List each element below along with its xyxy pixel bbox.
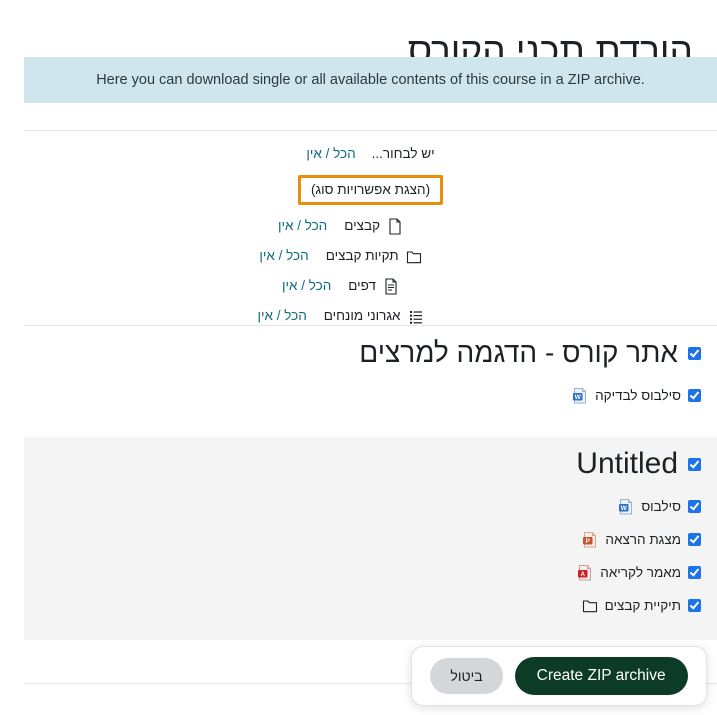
page-icon	[383, 277, 399, 295]
show-type-options-button[interactable]: (הצגת אפשרויות סוג)	[297, 175, 444, 205]
download-course-contents-page: הורדת תכני הקורס .Here you can download …	[0, 0, 717, 715]
item-checkbox[interactable]	[688, 566, 701, 579]
type-options-list: קבצים הכל / אין תקיות קבצים הכל / אין דפ…	[24, 210, 717, 330]
item-label: סילבוס לבדיקה	[595, 388, 681, 403]
svg-text:A: A	[581, 571, 586, 578]
svg-text:P: P	[586, 538, 591, 545]
type-all-none-glossaries[interactable]: הכל / אין	[258, 308, 307, 323]
item-label: מצגת הרצאה	[605, 532, 681, 547]
select-all-row: יש לבחור... הכל / אין	[24, 146, 717, 161]
type-row-pages: דפים הכל / אין	[24, 270, 717, 300]
section-title: אתר קורס - הדגמה למרצים	[359, 337, 678, 368]
cancel-button[interactable]: ביטול	[430, 658, 503, 694]
type-all-none-pages[interactable]: הכל / אין	[282, 278, 331, 293]
item-label: מאמר לקריאה	[600, 565, 681, 580]
section-header: אתר קורס - הדגמה למרצים	[24, 326, 717, 374]
list-item: סילבוס לבדיקה W	[24, 379, 701, 412]
selection-controls: יש לבחור... הכל / אין (הצגת אפשרויות סוג…	[24, 140, 717, 324]
type-label-files: קבצים	[344, 217, 381, 233]
select-all-none-link[interactable]: הכל / אין	[306, 146, 355, 161]
folder-icon	[406, 248, 422, 265]
list-item: תיקיית קבצים	[24, 589, 701, 622]
type-all-none-folders[interactable]: הכל / אין	[259, 248, 308, 263]
list-item: מצגת הרצאה P	[24, 523, 701, 556]
type-all-none-files[interactable]: הכל / אין	[278, 218, 327, 233]
course-section: אתר קורס - הדגמה למרצים סילבוס לבדיקה W	[24, 326, 717, 437]
word-doc-icon: W	[572, 387, 588, 404]
item-label: תיקיית קבצים	[604, 598, 681, 613]
glossary-icon	[408, 308, 424, 325]
type-label-glossaries: אגרוני מונחים	[323, 307, 401, 323]
section-items: סילבוס W מצגת הרצאה P מאמר לקריאה A תיקי…	[24, 485, 717, 622]
section-checkbox[interactable]	[688, 346, 701, 360]
create-zip-archive-button[interactable]: Create ZIP archive	[514, 657, 688, 695]
select-prompt-label: יש לבחור...	[371, 146, 435, 161]
type-options-toggle-wrap: (הצגת אפשרויות סוג)	[24, 175, 717, 205]
item-checkbox[interactable]	[688, 389, 701, 402]
word-doc-icon: W	[618, 498, 634, 515]
info-banner: .Here you can download single or all ava…	[24, 57, 717, 103]
item-checkbox[interactable]	[688, 599, 701, 612]
pdf-doc-icon: A	[577, 564, 593, 581]
type-label-pages: דפים	[348, 277, 376, 293]
section-header: Untitled	[24, 437, 717, 485]
item-checkbox[interactable]	[688, 500, 701, 513]
divider-top	[24, 130, 717, 131]
item-label: סילבוס	[641, 499, 681, 514]
svg-text:W: W	[575, 394, 582, 401]
type-label-folders: תקיות קבצים	[325, 247, 399, 263]
action-bar: Create ZIP archive ביטול	[411, 646, 707, 706]
section-items: סילבוס לבדיקה W	[24, 374, 717, 412]
type-row-files: קבצים הכל / אין	[24, 210, 717, 240]
course-section: Untitled סילבוס W מצגת הרצאה P מאמר לקרי…	[24, 437, 717, 640]
folder-icon	[582, 597, 598, 614]
section-checkbox[interactable]	[688, 457, 701, 471]
svg-text:W: W	[621, 505, 628, 512]
list-item: מאמר לקריאה A	[24, 556, 701, 589]
type-row-folders: תקיות קבצים הכל / אין	[24, 240, 717, 270]
item-checkbox[interactable]	[688, 533, 701, 546]
powerpoint-doc-icon: P	[582, 531, 598, 548]
list-item: סילבוס W	[24, 490, 701, 523]
section-title: Untitled	[576, 447, 678, 480]
file-icon	[387, 217, 403, 235]
